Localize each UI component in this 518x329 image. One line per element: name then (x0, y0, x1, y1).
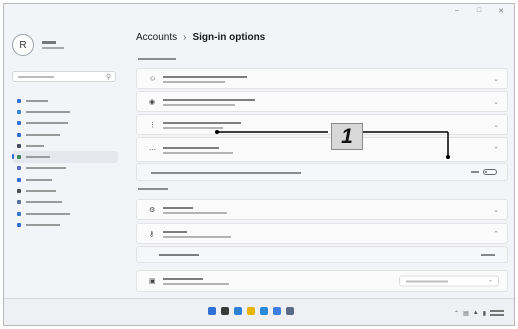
callout-leader-lines (215, 130, 450, 159)
callout-marker: 1 (331, 123, 363, 150)
settings-window: – □ ✕ R ⚲ Accounts › Sign-in options ☺ ⌄… (3, 3, 515, 326)
